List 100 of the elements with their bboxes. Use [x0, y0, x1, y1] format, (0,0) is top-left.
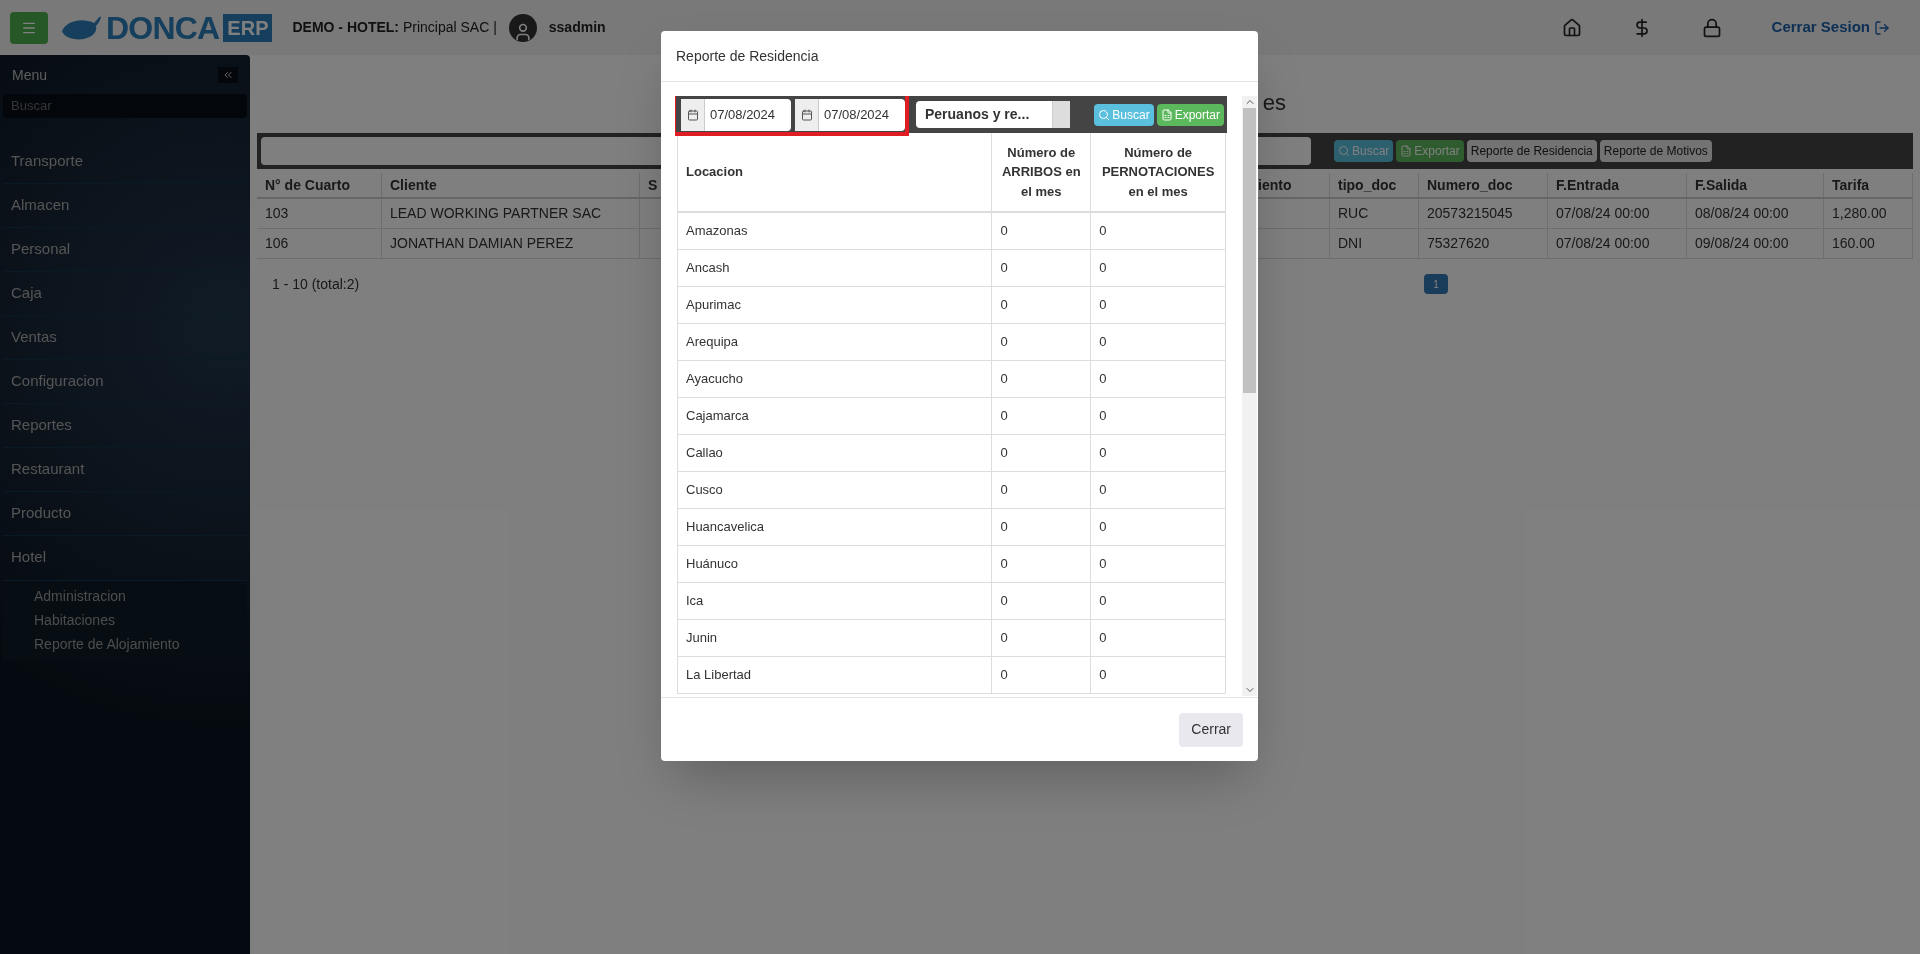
table-cell: 0: [992, 361, 1092, 397]
table-cell: 0: [1091, 620, 1226, 656]
table-cell: 0: [1091, 509, 1226, 545]
sidebar-item[interactable]: Ventas: [3, 315, 247, 360]
menu-button[interactable]: [10, 11, 48, 44]
table-cell: 0: [992, 583, 1092, 619]
table-cell: Huánuco: [678, 546, 993, 582]
table-cell: 103: [257, 199, 382, 228]
table-cell: 0: [992, 657, 1092, 693]
table-cell: 07/08/24 00:00: [1548, 229, 1687, 258]
brand-badge: ERP: [223, 13, 273, 42]
column-header: Numero_doc: [1419, 173, 1548, 197]
column-header: N° de Cuarto: [257, 173, 382, 197]
table-cell: LEAD WORKING PARTNER SAC: [382, 199, 640, 228]
table-cell: RUC: [1330, 199, 1419, 228]
modal-title: Reporte de Residencia: [676, 46, 819, 66]
toolbar-button[interactable]: Buscar: [1334, 140, 1394, 162]
home-icon[interactable]: [1561, 17, 1582, 38]
table-cell: La Libertad: [678, 657, 993, 693]
brand-logo: DONCA: [106, 11, 220, 44]
spreadsheet-icon: [1400, 145, 1413, 157]
sidebar-item[interactable]: Personal: [3, 227, 247, 272]
filter-select[interactable]: Peruanos y re...: [916, 101, 1070, 128]
page-title: es: [1262, 89, 1286, 117]
column-header: Número de PERNOTACIONES en el mes: [1091, 133, 1226, 211]
submenu-item[interactable]: Reporte de Alojamiento: [3, 632, 247, 657]
table-cell: 0: [1091, 324, 1226, 360]
column-header: Número de ARRIBOS en el mes: [992, 133, 1092, 211]
sidebar-item[interactable]: Caja: [3, 271, 247, 316]
table-cell: Junin: [678, 620, 993, 656]
calendar-icon: [686, 108, 699, 121]
spreadsheet-icon: [1160, 108, 1173, 121]
toolbar-button[interactable]: Reporte de Residencia: [1466, 140, 1597, 162]
table-cell: Apurimac: [678, 287, 993, 323]
date-field[interactable]: 07/08/2024: [681, 98, 791, 131]
calendar-icon: [800, 108, 813, 121]
table-cell: 0: [992, 620, 1092, 656]
page-button[interactable]: 1: [1424, 274, 1448, 294]
table-cell: 106: [257, 229, 382, 258]
table-cell: 0: [1091, 583, 1226, 619]
table-cell: Ica: [678, 583, 993, 619]
lock-icon[interactable]: [1701, 17, 1722, 38]
table-cell: Ayacucho: [678, 361, 993, 397]
sidebar-item[interactable]: Reportes: [3, 403, 247, 448]
sidebar-item[interactable]: Hotel: [3, 535, 247, 580]
sidebar-title: Menu: [12, 65, 48, 85]
table-cell: 160.00: [1824, 229, 1913, 258]
sidebar-item[interactable]: Almacen: [3, 183, 247, 228]
table-cell: Arequipa: [678, 324, 993, 360]
column-header: tipo_doc: [1330, 173, 1419, 197]
sidebar-item[interactable]: Restaurant: [3, 447, 247, 492]
table-cell: 0: [992, 398, 1092, 434]
logout-link[interactable]: Cerrar Sesion: [1771, 16, 1890, 39]
table-cell: Cusco: [678, 472, 993, 508]
column-header: Cliente: [382, 173, 640, 197]
sidebar-item[interactable]: Configuracion: [3, 359, 247, 404]
column-header: F.Salida: [1687, 173, 1824, 197]
table-cell: Cajamarca: [678, 398, 993, 434]
avatar-icon: [508, 13, 537, 42]
table-cell: Amazonas: [678, 213, 993, 249]
column-header: Locacion: [678, 133, 993, 211]
table-cell: 0: [1091, 472, 1226, 508]
table-cell: 0: [1091, 546, 1226, 582]
table-cell: DNI: [1330, 229, 1419, 258]
pagination-summary: 1 - 10 (total:2): [272, 274, 360, 294]
table-cell: 0: [992, 250, 1092, 286]
search-icon: [1338, 145, 1350, 157]
search-icon: [1098, 108, 1111, 121]
table-cell: 0: [992, 213, 1092, 249]
sidebar-item[interactable]: Producto: [3, 491, 247, 536]
modal-toolbar-button[interactable]: Buscar: [1094, 103, 1154, 126]
double-chevron-icon: [222, 69, 234, 81]
logout-icon: [1874, 19, 1890, 36]
scrollbar[interactable]: [1242, 96, 1257, 696]
user-name: ssadmin: [548, 18, 606, 37]
modal-toolbar-button[interactable]: Exportar: [1156, 103, 1224, 126]
date-field[interactable]: 07/08/2024: [795, 98, 905, 131]
toolbar-button[interactable]: Exportar: [1396, 140, 1464, 162]
table-cell: 0: [992, 509, 1092, 545]
collapse-button[interactable]: [218, 67, 238, 83]
table-cell: 0: [992, 287, 1092, 323]
table-cell: 0: [992, 324, 1092, 360]
toolbar-button[interactable]: Reporte de Motivos: [1599, 140, 1712, 162]
table-cell: 08/08/24 00:00: [1687, 199, 1824, 228]
sidebar-item[interactable]: Transporte: [3, 139, 247, 184]
close-button[interactable]: Cerrar: [1179, 712, 1243, 747]
table-cell: 0: [992, 472, 1092, 508]
table-cell: 20573215045: [1419, 199, 1548, 228]
column-header: F.Entrada: [1548, 173, 1687, 197]
table-cell: 75327620: [1419, 229, 1548, 258]
table-cell: 0: [1091, 398, 1226, 434]
submenu-item[interactable]: Administracion: [3, 584, 247, 609]
table-cell: Callao: [678, 435, 993, 471]
table-cell: Huancavelica: [678, 509, 993, 545]
submenu-item[interactable]: Habitaciones: [3, 608, 247, 633]
table-cell: 0: [1091, 250, 1226, 286]
column-header: Tarifa: [1824, 173, 1913, 197]
table-cell: 09/08/24 00:00: [1687, 229, 1824, 258]
table-cell: 0: [1091, 287, 1226, 323]
table-cell: 0: [1091, 435, 1226, 471]
